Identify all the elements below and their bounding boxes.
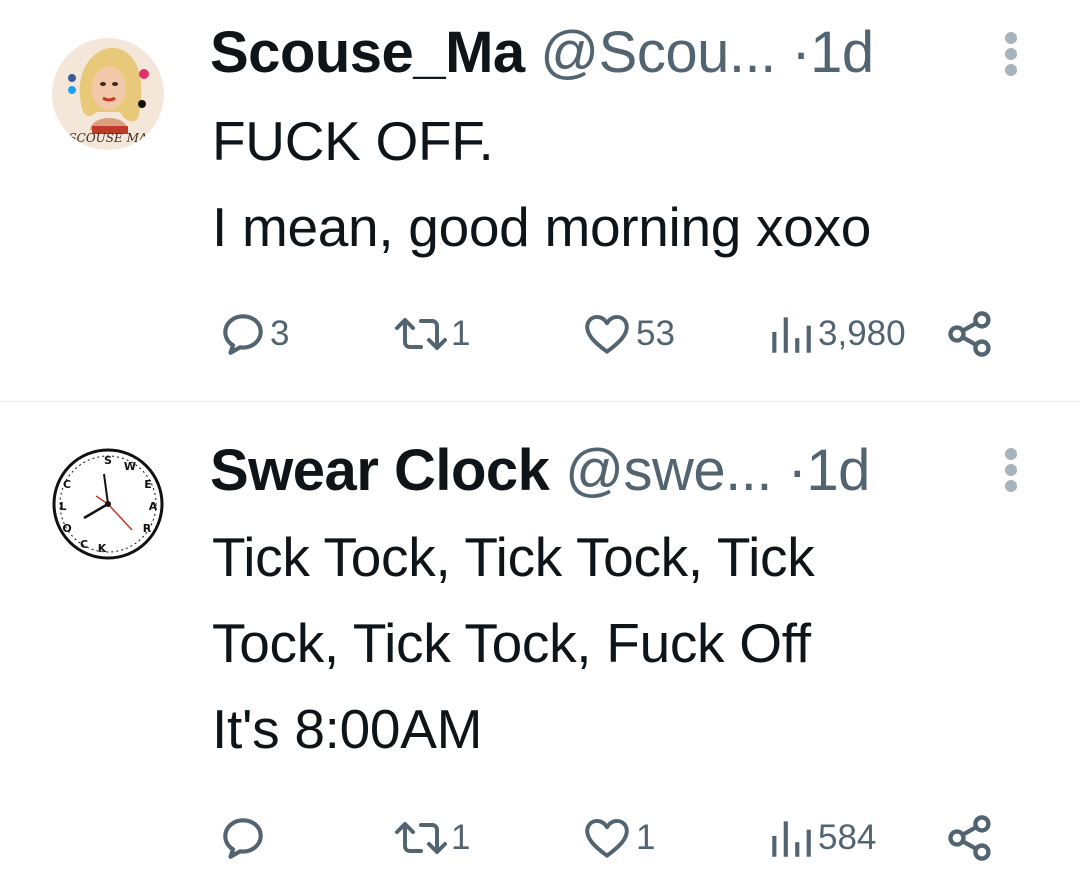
share-icon	[948, 815, 991, 861]
svg-text:R: R	[143, 522, 152, 535]
svg-text:W: W	[124, 460, 136, 473]
action-bar: 3 1 53 3,980	[0, 304, 1080, 364]
action-bar: 1 1 584	[0, 808, 1080, 868]
tweet[interactable]: S W E A R C L O C K Swear Clock @swe... …	[0, 402, 1080, 871]
reply-count: 3	[270, 314, 290, 353]
svg-text:E: E	[144, 478, 152, 491]
avatar[interactable]: SCOUSE MA	[52, 38, 164, 150]
tweet-line: It's 8:00AM	[212, 698, 483, 760]
tweet-header: Swear Clock @swe... ·1d	[210, 436, 870, 506]
retweet-icon	[395, 822, 447, 854]
share-icon	[948, 311, 991, 357]
retweet-count: 1	[451, 314, 471, 353]
heart-icon	[585, 314, 629, 354]
heart-icon	[585, 818, 629, 858]
tweet-line: I mean, good morning xoxo	[212, 196, 871, 258]
avatar-image: SCOUSE MA	[52, 38, 164, 150]
svg-text:A: A	[149, 500, 158, 513]
svg-text:O: O	[62, 522, 71, 535]
reply-icon	[223, 818, 263, 859]
retweet-count: 1	[451, 818, 471, 857]
retweet-icon	[395, 318, 447, 350]
more-icon[interactable]	[996, 440, 1026, 500]
reply-icon	[223, 314, 263, 355]
clock-avatar-image: S W E A R C L O C K	[52, 448, 164, 560]
views-button[interactable]: 3,980	[766, 304, 906, 364]
timestamp[interactable]: 1d	[810, 20, 874, 85]
views-icon	[772, 317, 811, 353]
user-handle[interactable]: @Scou...	[540, 20, 776, 85]
svg-text:K: K	[98, 542, 107, 555]
more-icon[interactable]	[996, 24, 1026, 84]
tweet-line: FUCK OFF.	[212, 110, 494, 172]
timestamp[interactable]: 1d	[806, 438, 870, 503]
display-name[interactable]: Swear Clock	[210, 438, 550, 503]
view-count: 3,980	[818, 314, 906, 353]
retweet-button[interactable]: 1	[393, 808, 470, 868]
like-count: 1	[636, 818, 656, 857]
display-name[interactable]: Scouse_Ma	[210, 20, 525, 85]
share-button[interactable]	[944, 808, 996, 868]
avatar[interactable]: S W E A R C L O C K	[52, 448, 164, 560]
views-button[interactable]: 584	[766, 808, 876, 868]
like-count: 53	[636, 314, 675, 353]
views-icon	[772, 821, 811, 857]
user-handle[interactable]: @swe...	[565, 438, 772, 503]
separator-dot: ·	[787, 438, 807, 503]
svg-text:C: C	[63, 478, 71, 491]
retweet-button[interactable]: 1	[393, 304, 470, 364]
separator-dot: ·	[791, 20, 811, 85]
svg-text:SCOUSE MA: SCOUSE MA	[68, 131, 147, 145]
tweet-text: Tick Tock, Tick Tock, Tick Tock, Tick To…	[212, 514, 815, 772]
share-button[interactable]	[944, 304, 996, 364]
svg-text:L: L	[59, 500, 66, 513]
tweet-line: Tock, Tick Tock, Fuck Off	[212, 612, 811, 674]
like-button[interactable]: 53	[580, 304, 675, 364]
reply-button[interactable]: 3	[218, 304, 289, 364]
reply-button[interactable]	[218, 808, 270, 868]
tweet-header: Scouse_Ma @Scou... ·1d	[210, 18, 874, 88]
view-count: 584	[818, 818, 877, 857]
like-button[interactable]: 1	[580, 808, 655, 868]
tweet-line: Tick Tock, Tick Tock, Tick	[212, 526, 815, 588]
svg-text:C: C	[80, 538, 88, 551]
tweet-text: FUCK OFF. I mean, good morning xoxo	[212, 98, 871, 270]
svg-text:S: S	[104, 454, 112, 467]
tweet[interactable]: SCOUSE MA Scouse_Ma @Scou... ·1d FUCK OF…	[0, 0, 1080, 401]
